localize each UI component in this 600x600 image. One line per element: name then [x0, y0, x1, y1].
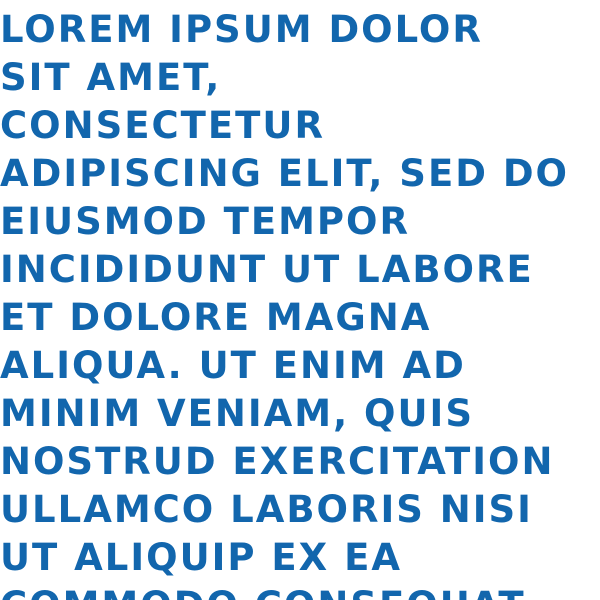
text-block: LOREM IPSUM DOLOR SIT AMET, CONSECTETUR …: [0, 6, 600, 600]
text-line-3: CONSECTETUR: [0, 104, 325, 147]
text-line-8: ALIQUA. UT ENIM AD: [0, 344, 466, 387]
text-line-9: MINIM VENIAM, QUIS: [0, 392, 474, 435]
text-line-13: COMMODO CONSEQUAT: [0, 582, 600, 600]
text-line-11: ULLAMCO LABORIS NISI: [0, 488, 533, 531]
text-line-10: NOSTRUD EXERCITATION: [0, 440, 555, 483]
text-line-6: INCIDIDUNT UT LABORE: [0, 248, 534, 291]
text-line-7: ET DOLORE MAGNA: [0, 296, 432, 339]
text-line-5: EIUSMOD TEMPOR: [0, 200, 410, 243]
page: LOREM IPSUM DOLOR SIT AMET, CONSECTETUR …: [0, 0, 600, 600]
text-line-12: UT ALIQUIP EX EA: [0, 536, 402, 579]
text-line-1: LOREM IPSUM DOLOR: [0, 8, 483, 51]
text-line-2: SIT AMET,: [0, 56, 222, 99]
text-line-4: ADIPISCING ELIT, SED DO: [0, 152, 569, 195]
